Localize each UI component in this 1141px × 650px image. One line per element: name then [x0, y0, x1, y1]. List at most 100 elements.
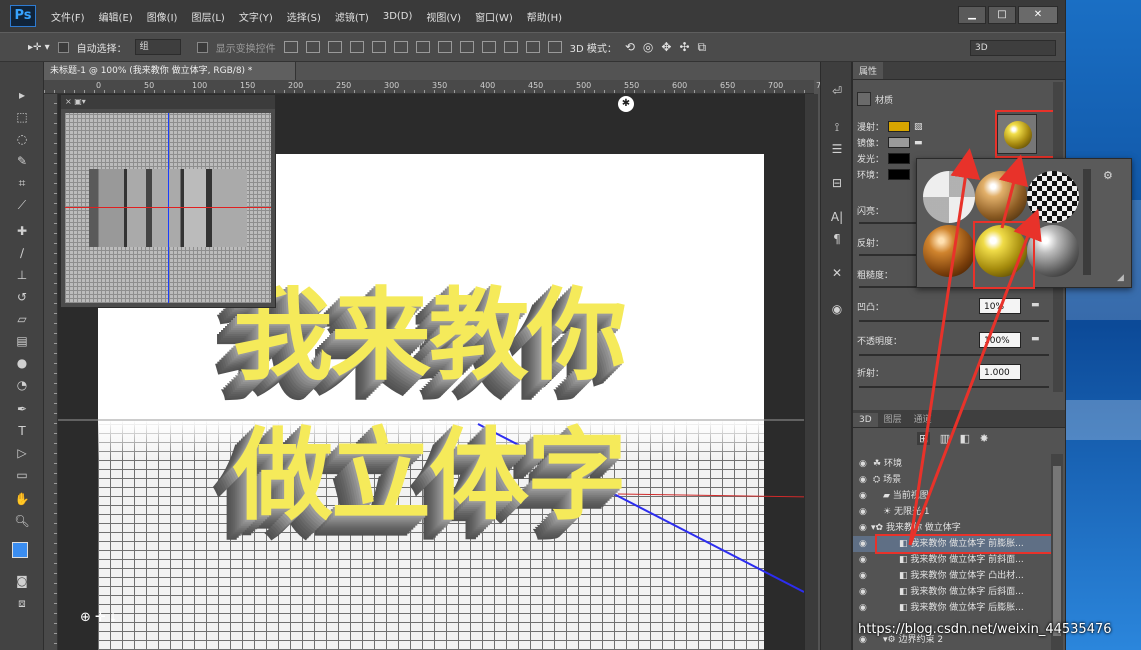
secondary-view-viewport[interactable]: [65, 113, 271, 303]
quick-select-tool-icon[interactable]: ✎: [12, 152, 32, 170]
distribute-top-icon[interactable]: [415, 41, 430, 53]
eye-icon[interactable]: ◉: [859, 584, 867, 600]
shine-slider[interactable]: [859, 222, 919, 224]
3d-scale-icon[interactable]: ⧉: [698, 40, 707, 55]
3d-move-icon[interactable]: ✛: [95, 610, 106, 625]
bump-folder-icon[interactable]: ▬: [1031, 300, 1040, 310]
illumination-swatch[interactable]: [888, 153, 911, 164]
align-right-icon[interactable]: [393, 41, 408, 53]
crop-tool-icon[interactable]: ⌗: [12, 174, 32, 192]
folder-icon[interactable]: ▬: [914, 138, 923, 148]
opacity-folder-icon[interactable]: ▬: [1031, 334, 1040, 344]
refraction-field[interactable]: 1.000: [979, 364, 1021, 380]
menu-edit[interactable]: 编辑(E): [92, 9, 140, 24]
3d-text-line-2[interactable]: 做立体字: [233, 394, 627, 539]
minimize-button[interactable]: ▁: [958, 6, 986, 24]
list-item[interactable]: ◉ ◧ 我来教你 做立体字 前斜面...: [853, 552, 1051, 568]
eye-icon[interactable]: ◉: [859, 536, 867, 552]
menu-help[interactable]: 帮助(H): [520, 9, 569, 24]
eye-icon[interactable]: ◉: [859, 568, 867, 584]
menu-3d[interactable]: 3D(D): [376, 11, 420, 22]
move-tool-icon[interactable]: ▸: [12, 86, 32, 104]
auto-align-icon[interactable]: [547, 41, 562, 53]
3d-panel-icon[interactable]: ◉: [828, 300, 846, 318]
foreground-color-swatch[interactable]: [12, 542, 28, 558]
list-item[interactable]: ◉ ⛭ 场景: [853, 472, 1051, 488]
character-icon[interactable]: A|: [828, 208, 846, 226]
menu-view[interactable]: 视图(V): [419, 9, 468, 24]
list-item[interactable]: ◉ ◧ 我来教你 做立体字 凸出材...: [853, 568, 1051, 584]
eye-icon[interactable]: ◉: [859, 600, 867, 616]
opacity-field[interactable]: 100%: [979, 332, 1021, 348]
list-item[interactable]: ◉ ☀ 无限光 1: [853, 504, 1051, 520]
canvas-scrollbar[interactable]: [804, 94, 818, 650]
material-bronze-swatch[interactable]: [975, 171, 1027, 223]
resize-grip-icon[interactable]: ◢: [1117, 273, 1124, 283]
menu-filter[interactable]: 滤镜(T): [328, 9, 376, 24]
material-checker-swatch[interactable]: [1027, 171, 1079, 223]
menu-layer[interactable]: 图层(L): [184, 9, 231, 24]
screen-mode-icon[interactable]: ⧈: [12, 594, 32, 612]
list-item[interactable]: ◉ ☘ 环境: [853, 456, 1051, 472]
layers-scroll-thumb[interactable]: [1053, 466, 1061, 636]
dodge-tool-icon[interactable]: ◔: [12, 376, 32, 394]
material-default-swatch[interactable]: [923, 171, 975, 223]
align-center-icon[interactable]: [371, 41, 386, 53]
ambient-swatch[interactable]: [888, 169, 911, 180]
history-icon[interactable]: ⏎: [828, 82, 846, 100]
list-item[interactable]: ◉ ▰ 当前视图: [853, 488, 1051, 504]
auto-select-checkbox[interactable]: [57, 41, 69, 53]
path-select-tool-icon[interactable]: ▷: [12, 444, 32, 462]
brush-tool-icon[interactable]: ∕: [12, 244, 32, 262]
menu-type[interactable]: 文字(Y): [232, 9, 280, 24]
paragraph-icon[interactable]: ¶: [828, 230, 846, 248]
history-brush-tool-icon[interactable]: ↺: [12, 288, 32, 306]
diffuse-swatch[interactable]: [888, 121, 911, 132]
3d-axis-widget[interactable]: ⊕ ✛ ⭣: [80, 610, 116, 625]
document-tab[interactable]: 未标题-1 @ 100% (我来教你 做立体字, RGB/8) *: [44, 62, 296, 80]
move-tool-icon[interactable]: ▸✛ ▾: [28, 42, 50, 53]
menu-file[interactable]: 文件(F): [44, 9, 92, 24]
shape-tool-icon[interactable]: ▭: [12, 466, 32, 484]
eye-icon[interactable]: ◉: [859, 552, 867, 568]
material-picker-popup[interactable]: ⚙ ◢: [916, 158, 1132, 289]
3d-rotate-icon[interactable]: ⟲: [625, 40, 635, 54]
list-item[interactable]: ◉ ◧ 我来教你 做立体字 后斜面...: [853, 584, 1051, 600]
texture-icon[interactable]: ▧: [914, 122, 923, 132]
eye-icon[interactable]: ◉: [859, 456, 867, 472]
refraction-slider[interactable]: [859, 386, 1049, 388]
eye-icon[interactable]: ◉: [859, 488, 867, 504]
tool-presets-icon[interactable]: ⟟: [828, 118, 846, 136]
eye-icon[interactable]: ◉: [859, 504, 867, 520]
healing-brush-tool-icon[interactable]: ✚: [12, 222, 32, 240]
quick-mask-icon[interactable]: ◙: [12, 572, 32, 590]
distribute-bottom-icon[interactable]: [459, 41, 474, 53]
material-copper-swatch[interactable]: [923, 225, 975, 277]
distribute-left-icon[interactable]: [481, 41, 496, 53]
bump-field[interactable]: 10%: [979, 298, 1021, 314]
filter-mesh-icon[interactable]: ▥: [940, 432, 950, 445]
tab-3d[interactable]: 3D: [853, 413, 878, 427]
list-item[interactable]: ◉ ◧ 我来教你 做立体字 后膨胀...: [853, 600, 1051, 616]
3d-text-line-1[interactable]: 我来教你: [233, 254, 627, 399]
align-top-icon[interactable]: [283, 41, 298, 53]
layer-comps-icon[interactable]: ⊟: [828, 174, 846, 192]
marquee-tool-icon[interactable]: ⬚: [12, 108, 32, 126]
zoom-tool-icon[interactable]: 🔍︎: [12, 512, 32, 530]
distribute-right-icon[interactable]: [525, 41, 540, 53]
layers-scrollbar[interactable]: [1051, 454, 1063, 650]
filter-scene-icon[interactable]: ⊞: [917, 432, 931, 445]
3d-orbit-icon[interactable]: ⊕: [80, 610, 91, 625]
material-scrollbar[interactable]: [1083, 169, 1091, 275]
3d-drop-icon[interactable]: ⭣: [110, 610, 116, 625]
3d-slide-icon[interactable]: ✣: [679, 40, 689, 54]
lasso-tool-icon[interactable]: ◌: [12, 130, 32, 148]
filter-material-icon[interactable]: ◧: [960, 432, 970, 445]
close-button[interactable]: ✕: [1018, 6, 1058, 24]
show-transform-checkbox[interactable]: [196, 41, 208, 53]
tab-layers[interactable]: 图层: [878, 410, 908, 427]
roughness-slider[interactable]: [859, 286, 919, 288]
menu-window[interactable]: 窗口(W): [468, 9, 520, 24]
distribute-middle-icon[interactable]: [437, 41, 452, 53]
tab-channels[interactable]: 通道: [908, 410, 938, 427]
